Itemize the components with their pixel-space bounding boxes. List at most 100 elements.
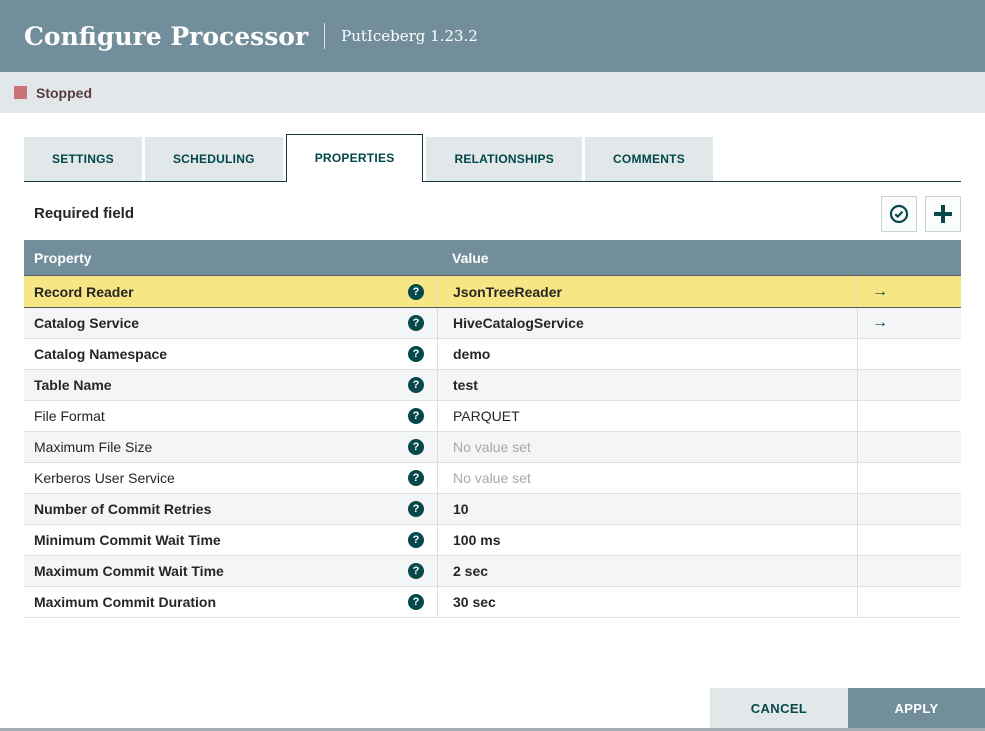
tab-strip: SETTINGS SCHEDULING PROPERTIES RELATIONS… (24, 133, 961, 182)
property-cell: Kerberos User Service ? (24, 463, 437, 493)
question-circle-icon[interactable]: ? (408, 439, 424, 455)
tab-label: SCHEDULING (172, 152, 255, 166)
property-cell: Record Reader ? (24, 276, 437, 307)
property-value[interactable]: No value set (437, 432, 857, 462)
question-circle-icon[interactable]: ? (408, 408, 424, 424)
add-property-button[interactable] (925, 195, 961, 232)
actions-cell (857, 494, 961, 524)
property-value[interactable]: 100 ms (437, 525, 857, 555)
dialog-titlebar: Configure Processor PutIceberg 1.23.2 (0, 0, 985, 72)
question-circle-icon[interactable]: ? (408, 315, 424, 331)
go-to-service-icon[interactable]: → (872, 283, 888, 301)
question-circle-icon[interactable]: ? (408, 283, 424, 300)
property-cell: Catalog Namespace ? (24, 339, 437, 369)
property-name: Kerberos User Service (34, 470, 175, 486)
property-value[interactable]: 2 sec (437, 556, 857, 586)
tab-label: PROPERTIES (314, 151, 395, 165)
tab-label: SETTINGS (52, 152, 114, 166)
property-row[interactable]: Catalog Namespace ? demo (24, 339, 961, 370)
tab-label: COMMENTS (613, 152, 685, 166)
toolbar-buttons (881, 195, 961, 232)
tab-comments[interactable]: COMMENTS (585, 137, 713, 181)
dialog-footer: CANCEL APPLY (710, 688, 985, 728)
question-circle-icon[interactable]: ? (408, 563, 424, 579)
property-row[interactable]: Catalog Service ? HiveCatalogService → (24, 308, 961, 339)
property-row[interactable]: Kerberos User Service ? No value set (24, 463, 961, 494)
actions-cell (857, 370, 961, 400)
property-value[interactable]: HiveCatalogService (437, 308, 857, 338)
dialog-content: SETTINGS SCHEDULING PROPERTIES RELATIONS… (0, 133, 985, 618)
property-row[interactable]: Minimum Commit Wait Time ? 100 ms (24, 525, 961, 556)
stopped-square-icon (14, 86, 27, 99)
verify-properties-button[interactable] (881, 195, 917, 232)
properties-toolbar: Required field (24, 195, 961, 232)
question-circle-icon[interactable]: ? (408, 346, 424, 362)
actions-cell (857, 463, 961, 493)
title-divider (324, 23, 326, 49)
property-cell: Minimum Commit Wait Time ? (24, 525, 437, 555)
processor-status-bar: Stopped (0, 72, 985, 113)
status-label: Stopped (36, 84, 92, 101)
property-name: Table Name (34, 377, 112, 393)
property-value[interactable]: 30 sec (437, 587, 857, 617)
property-row[interactable]: Record Reader ? JsonTreeReader → (24, 275, 961, 308)
property-row[interactable]: Number of Commit Retries ? 10 (24, 494, 961, 525)
tab-label: RELATIONSHIPS (454, 152, 555, 166)
question-circle-icon[interactable]: ? (408, 470, 424, 486)
tab-relationships[interactable]: RELATIONSHIPS (426, 137, 583, 181)
property-row[interactable]: Maximum Commit Wait Time ? 2 sec (24, 556, 961, 587)
property-row[interactable]: Maximum Commit Duration ? 30 sec (24, 587, 961, 618)
actions-cell (857, 556, 961, 586)
property-name: Number of Commit Retries (34, 501, 212, 517)
required-field-label: Required field (34, 205, 135, 222)
property-cell: Maximum Commit Duration ? (24, 587, 437, 617)
actions-cell: → (857, 308, 961, 338)
property-cell: File Format ? (24, 401, 437, 431)
tab-settings[interactable]: SETTINGS (24, 137, 142, 181)
dialog-title: Configure Processor (24, 21, 309, 51)
property-value[interactable]: demo (437, 339, 857, 369)
question-circle-icon[interactable]: ? (408, 594, 424, 610)
plus-icon (934, 204, 952, 223)
property-value[interactable]: test (437, 370, 857, 400)
property-cell: Table Name ? (24, 370, 437, 400)
property-name: Catalog Service (34, 315, 140, 331)
actions-cell: → (857, 276, 961, 307)
property-value[interactable]: 10 (437, 494, 857, 524)
property-name: Minimum Commit Wait Time (34, 532, 221, 548)
property-value[interactable]: JsonTreeReader (437, 276, 857, 307)
property-name: Maximum Commit Duration (34, 594, 217, 610)
go-to-service-icon[interactable]: → (872, 314, 888, 332)
actions-cell (857, 525, 961, 555)
property-name: Record Reader (34, 283, 134, 300)
property-cell: Maximum File Size ? (24, 432, 437, 462)
question-circle-icon[interactable]: ? (408, 501, 424, 517)
property-row[interactable]: Maximum File Size ? No value set (24, 432, 961, 463)
column-header-value: Value (452, 249, 489, 266)
check-circle-icon (889, 204, 909, 223)
property-cell: Maximum Commit Wait Time ? (24, 556, 437, 586)
question-circle-icon[interactable]: ? (408, 532, 424, 548)
question-circle-icon[interactable]: ? (408, 377, 424, 393)
properties-table: Property Value Record Reader ? JsonTreeR… (24, 240, 961, 618)
property-value[interactable]: No value set (437, 463, 857, 493)
property-name: Maximum File Size (34, 439, 153, 455)
property-name: Maximum Commit Wait Time (34, 563, 224, 579)
processor-type-version: PutIceberg 1.23.2 (341, 27, 478, 45)
actions-cell (857, 587, 961, 617)
properties-table-header: Property Value (24, 240, 961, 275)
property-row[interactable]: File Format ? PARQUET (24, 401, 961, 432)
apply-button[interactable]: APPLY (848, 688, 985, 728)
properties-table-body: Record Reader ? JsonTreeReader → Catalog… (24, 275, 961, 618)
cancel-button[interactable]: CANCEL (710, 688, 848, 728)
property-cell: Catalog Service ? (24, 308, 437, 338)
actions-cell (857, 339, 961, 369)
property-value[interactable]: PARQUET (437, 401, 857, 431)
configure-processor-dialog: Configure Processor PutIceberg 1.23.2 St… (0, 0, 985, 731)
tab-properties[interactable]: PROPERTIES (285, 134, 424, 182)
property-row[interactable]: Table Name ? test (24, 370, 961, 401)
property-name: File Format (34, 408, 105, 424)
actions-cell (857, 401, 961, 431)
column-header-property: Property (34, 249, 92, 266)
tab-scheduling[interactable]: SCHEDULING (144, 137, 283, 181)
